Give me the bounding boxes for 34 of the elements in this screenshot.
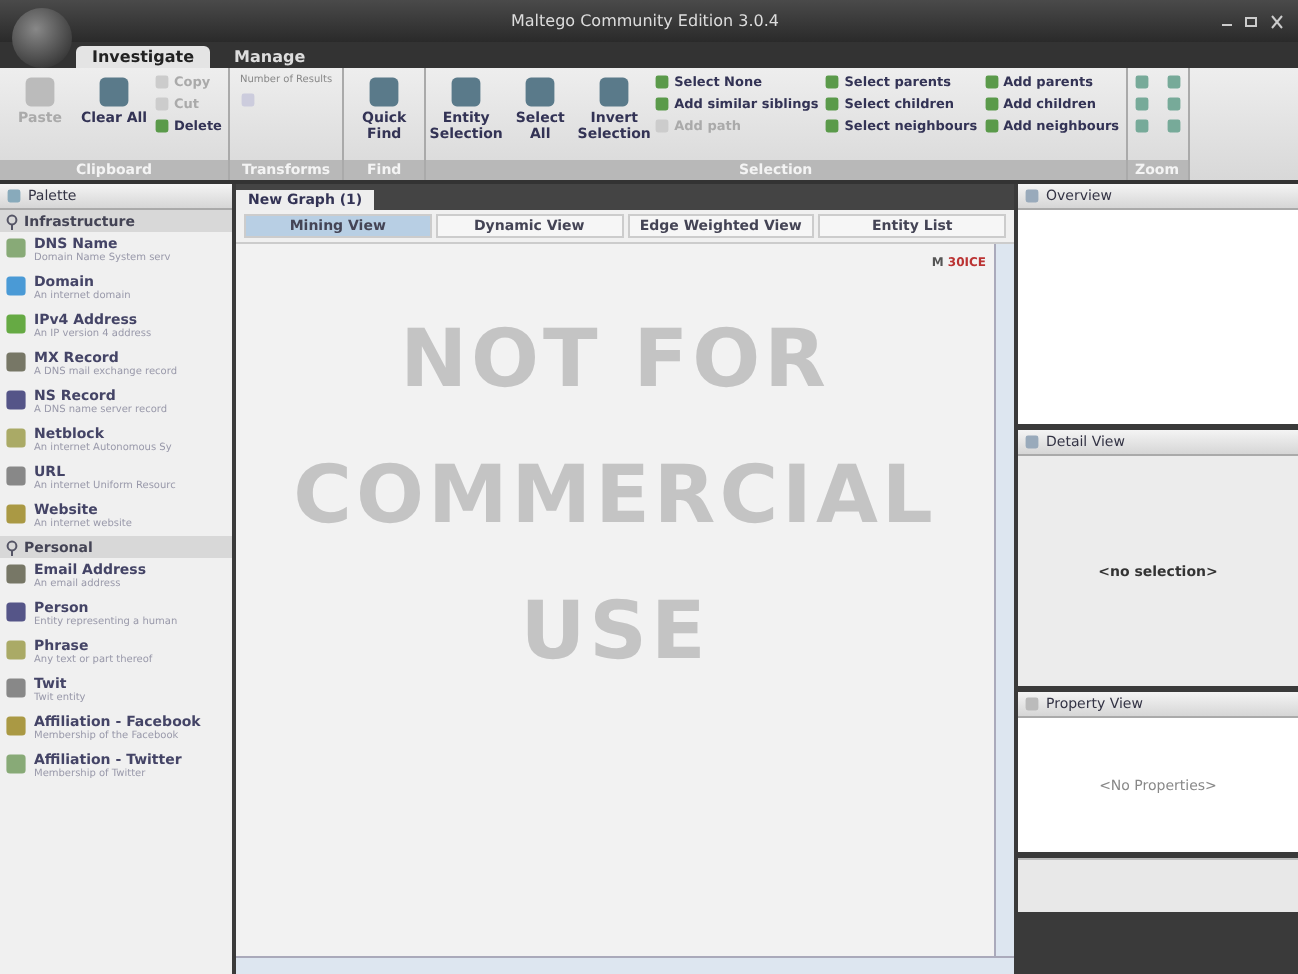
tool-icon	[522, 74, 559, 110]
entity-icon	[4, 600, 28, 624]
spinner-icon	[239, 92, 256, 108]
ribbon-tab[interactable]: Manage	[218, 46, 322, 68]
scrollbar[interactable]	[236, 956, 1014, 974]
entity-icon	[4, 388, 28, 412]
entity-icon	[4, 274, 28, 298]
category-icon	[6, 539, 18, 555]
entity-icon	[4, 502, 28, 526]
tool-icon	[366, 74, 403, 110]
tool-icon	[96, 74, 132, 110]
entity-icon	[4, 350, 28, 374]
entity-icon	[4, 714, 28, 738]
overview-icon	[1024, 188, 1040, 204]
window-controls-icon[interactable]	[1218, 11, 1286, 31]
detail-icon	[1024, 434, 1040, 450]
entity-icon	[4, 236, 28, 260]
entity-icon	[4, 562, 28, 586]
entity-icon	[4, 676, 28, 700]
scrollbar[interactable]	[994, 244, 1014, 956]
entity-icon	[4, 638, 28, 662]
entity-icon	[4, 312, 28, 336]
entity-icon	[4, 426, 28, 450]
category-icon	[6, 213, 18, 229]
ribbon-tab[interactable]: Investigate	[76, 46, 211, 68]
tool-icon	[596, 74, 633, 110]
entity-icon	[4, 464, 28, 488]
entity-icon	[4, 752, 28, 776]
palette-icon	[6, 188, 22, 204]
window-title: Maltego Community Edition 3.0.4	[508, 12, 782, 30]
app-menu-button[interactable]	[12, 8, 72, 68]
tool-icon	[22, 74, 58, 110]
property-icon	[1024, 696, 1040, 712]
tool-icon	[448, 74, 485, 110]
